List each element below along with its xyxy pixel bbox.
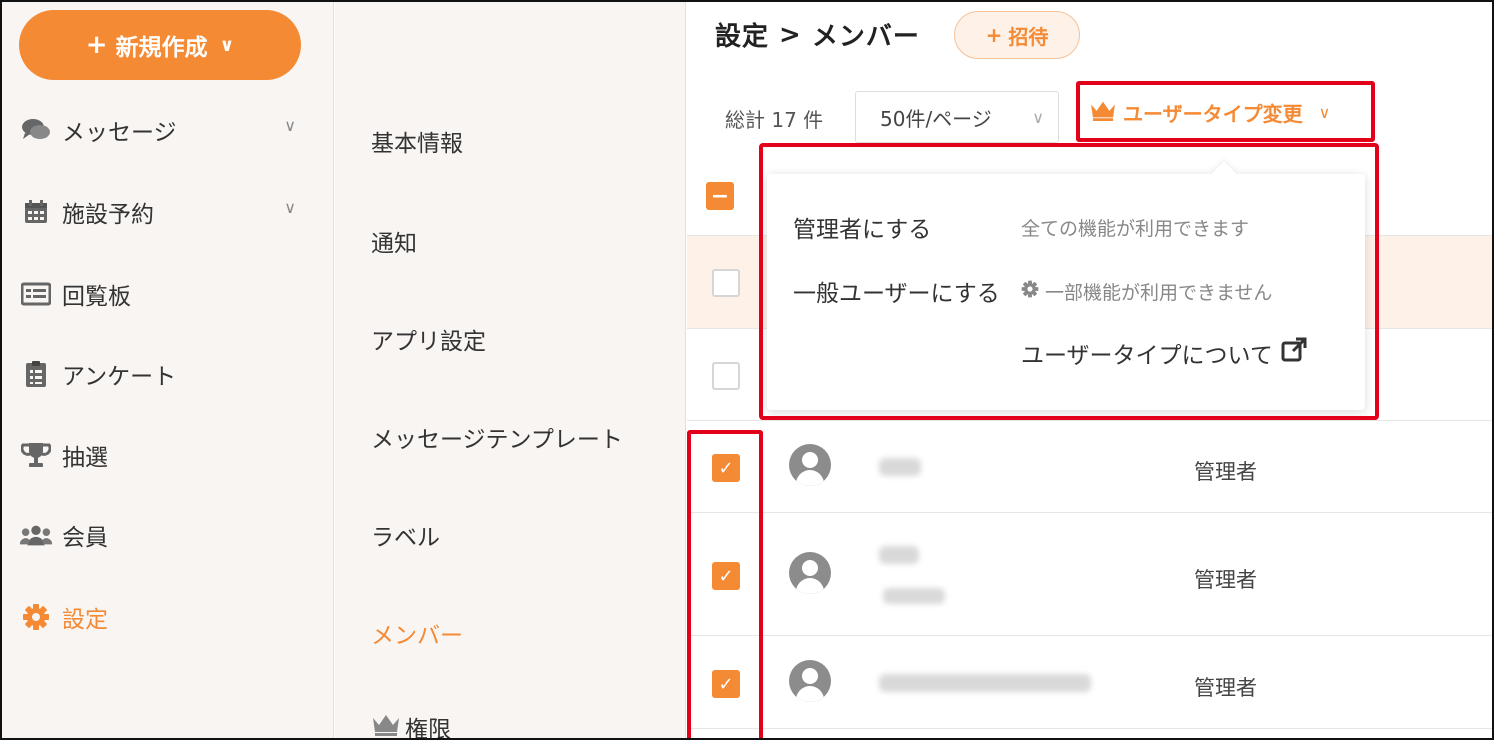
per-page-value: 50件/ページ [880, 106, 992, 131]
sidebar-item-survey[interactable]: アンケート [20, 354, 310, 394]
row-checkbox[interactable] [712, 362, 740, 390]
trophy-icon [20, 440, 52, 470]
sidebar-item-lottery[interactable]: 抽選 [20, 435, 310, 475]
sidebar-item-label: 回覧板 [62, 284, 131, 310]
total-count: 総計 17 件 [725, 108, 824, 132]
sidebar-item-facility-booking[interactable]: 施設予約 ∨ [20, 192, 310, 232]
breadcrumb-separator: > [779, 19, 802, 50]
settings-item-permission-label: 権限 [405, 717, 451, 740]
sidebar-item-messages[interactable]: メッセージ ∨ [20, 110, 310, 150]
invite-label: 招待 [1008, 24, 1049, 49]
sidebar-item-settings[interactable]: 設定 [20, 597, 310, 637]
row-divider [687, 635, 1492, 636]
sidebar-item-label: 抽選 [62, 445, 108, 471]
chevron-down-icon: ∨ [1032, 107, 1044, 127]
board-icon [20, 279, 52, 309]
member-role: 管理者 [1194, 460, 1257, 484]
crown-icon [371, 712, 401, 738]
row-divider [687, 420, 1492, 421]
blurred-subtext [883, 588, 945, 604]
chat-icon [20, 115, 52, 145]
settings-item-label[interactable]: ラベル [371, 518, 440, 552]
settings-item-permission[interactable]: 権限 [371, 710, 451, 740]
users-icon [20, 520, 52, 550]
chevron-down-icon: ∨ [219, 34, 235, 56]
row-divider [687, 728, 1492, 729]
blurred-name [879, 674, 1091, 692]
breadcrumb: 設定 > メンバー [715, 16, 920, 53]
chevron-down-icon[interactable]: ∨ [284, 116, 296, 135]
main-sidebar: + 新規作成 ∨ メッセージ ∨ 施設予約 ∨ 回覧板 アンケート 抽選 会員 … [2, 2, 334, 738]
sidebar-item-circular-board[interactable]: 回覧板 [20, 274, 310, 314]
sidebar-item-members[interactable]: 会員 [20, 515, 310, 555]
highlight-box-checked-rows [687, 430, 763, 738]
avatar [789, 444, 831, 486]
new-create-label: 新規作成 [115, 35, 208, 61]
settings-menu: 基本情報 通知 アプリ設定 メッセージテンプレート ラベル メンバー 権限 [335, 2, 686, 740]
plus-icon: + [985, 23, 1003, 47]
blurred-name [879, 458, 921, 476]
settings-item-app-settings[interactable]: アプリ設定 [371, 322, 486, 356]
highlight-box-user-type [1076, 81, 1375, 142]
gear-icon [20, 602, 52, 632]
select-all-checkbox[interactable]: − [706, 182, 734, 210]
settings-item-member[interactable]: メンバー [371, 616, 463, 650]
sidebar-item-label: 会員 [62, 525, 108, 551]
clipboard-icon [20, 359, 52, 389]
new-create-button[interactable]: + 新規作成 ∨ [19, 10, 301, 80]
per-page-select[interactable]: 50件/ページ ∨ [855, 91, 1059, 143]
sidebar-item-label: 設定 [62, 607, 108, 633]
highlight-box-dropdown [759, 143, 1379, 420]
row-checkbox[interactable] [712, 269, 740, 297]
settings-item-message-template[interactable]: メッセージテンプレート [371, 420, 623, 454]
chevron-down-icon[interactable]: ∨ [284, 198, 296, 217]
member-role: 管理者 [1194, 676, 1257, 700]
breadcrumb-parent[interactable]: 設定 [715, 16, 769, 53]
sidebar-item-label: メッセージ [62, 120, 177, 146]
sidebar-item-label: アンケート [62, 364, 177, 390]
sidebar-item-label: 施設予約 [62, 202, 154, 228]
page-title: メンバー [811, 22, 920, 52]
settings-item-notification[interactable]: 通知 [371, 224, 417, 258]
row-divider [687, 512, 1492, 513]
avatar [789, 552, 831, 594]
blurred-name [879, 546, 919, 564]
settings-item-basic-info[interactable]: 基本情報 [371, 124, 463, 158]
invite-button[interactable]: + 招待 [954, 11, 1080, 59]
app-window: + 新規作成 ∨ メッセージ ∨ 施設予約 ∨ 回覧板 アンケート 抽選 会員 … [0, 0, 1494, 740]
avatar [789, 660, 831, 702]
plus-icon: + [85, 30, 108, 60]
calendar-icon [20, 197, 52, 227]
member-role: 管理者 [1194, 568, 1257, 592]
